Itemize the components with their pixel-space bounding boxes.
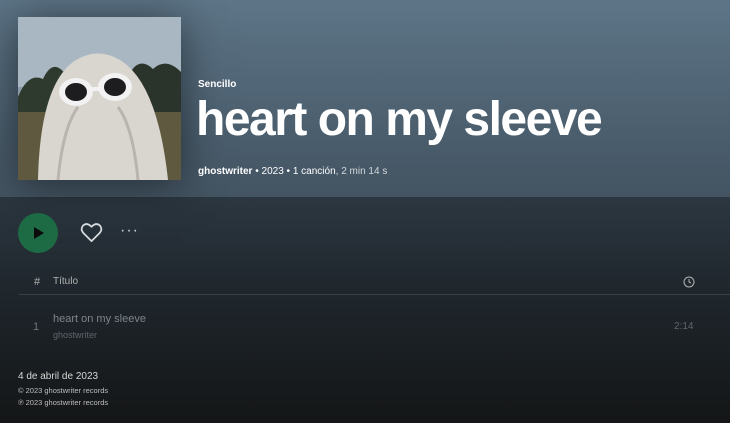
track-row[interactable]: 1 heart on my sleeve ghostwriter 2:14 xyxy=(18,305,730,345)
release-type-label: Sencillo xyxy=(198,79,237,90)
copyright-line: © 2023 ghostwriter records xyxy=(18,386,109,395)
total-duration: 2 min 14 s xyxy=(341,166,388,177)
play-button[interactable] xyxy=(18,213,58,253)
more-options-button[interactable]: ··· xyxy=(120,222,139,240)
track-duration: 2:14 xyxy=(674,321,694,332)
heart-outline-icon[interactable] xyxy=(80,221,103,244)
track-count: 1 canción xyxy=(292,166,336,177)
release-year: 2023 xyxy=(261,166,284,177)
phonographic-copyright-line: ℗ 2023 ghostwriter records xyxy=(18,398,109,407)
artist-link[interactable]: ghostwriter xyxy=(198,166,252,177)
clock-icon xyxy=(683,276,695,288)
play-icon xyxy=(34,227,44,239)
column-header-number: # xyxy=(34,276,41,288)
album-title: heart on my sleeve xyxy=(196,93,603,146)
album-cover-image[interactable] xyxy=(18,17,181,180)
track-title[interactable]: heart on my sleeve xyxy=(53,313,146,325)
column-header-title: Título xyxy=(53,276,79,287)
album-meta: ghostwriter • 2023 • 1 canción, 2 min 14… xyxy=(198,166,387,177)
release-date: 4 de abril de 2023 xyxy=(18,371,99,382)
track-number: 1 xyxy=(33,321,40,333)
tracklist-divider xyxy=(18,294,730,295)
track-artist[interactable]: ghostwriter xyxy=(53,330,97,340)
